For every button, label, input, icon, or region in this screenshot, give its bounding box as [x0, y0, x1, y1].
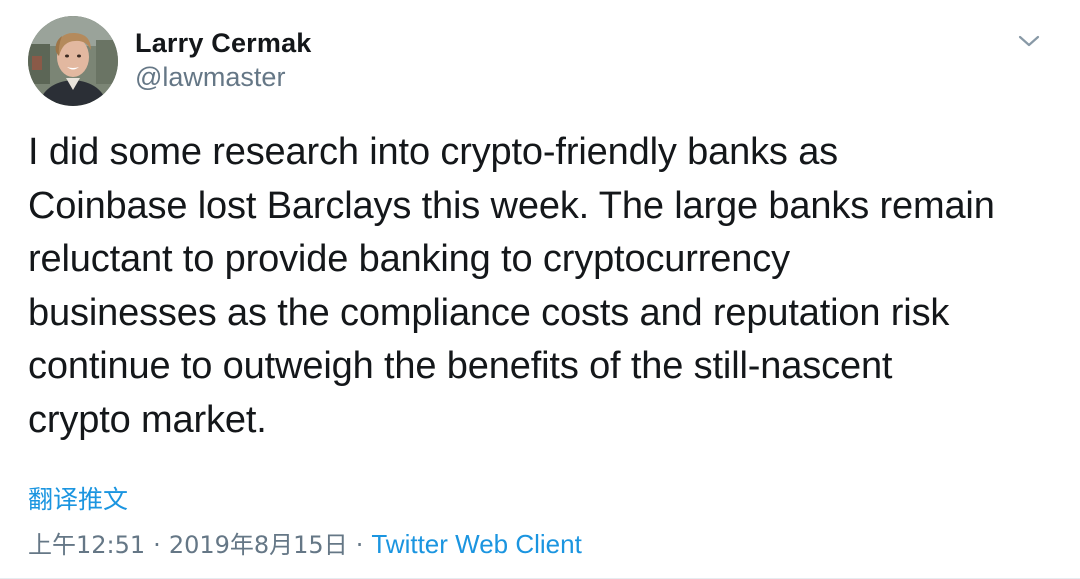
tweet-date[interactable]: 2019年8月15日	[169, 531, 348, 559]
meta-separator: ·	[355, 531, 364, 559]
user-info[interactable]: Larry Cermak @lawmaster	[135, 26, 312, 94]
tweet-client-link[interactable]: Twitter Web Client	[371, 529, 581, 559]
translate-tweet-link[interactable]: 翻译推文	[28, 484, 128, 516]
display-name[interactable]: Larry Cermak	[135, 26, 312, 60]
tweet-card: Larry Cermak @lawmaster I did some resea…	[0, 0, 1080, 579]
tweet-time[interactable]: 上午12:51	[28, 531, 145, 559]
tweet-metadata: 上午12:51 · 2019年8月15日 · Twitter Web Client	[28, 527, 582, 562]
avatar[interactable]	[28, 16, 118, 106]
user-handle[interactable]: @lawmaster	[135, 60, 312, 94]
tweet-header: Larry Cermak @lawmaster	[28, 14, 1060, 110]
chevron-down-icon	[1018, 35, 1040, 47]
meta-separator: ·	[153, 531, 161, 559]
avatar-image	[28, 16, 118, 106]
tweet-menu-button[interactable]	[1012, 26, 1046, 56]
tweet-text: I did some research into crypto-friendly…	[28, 131, 995, 441]
